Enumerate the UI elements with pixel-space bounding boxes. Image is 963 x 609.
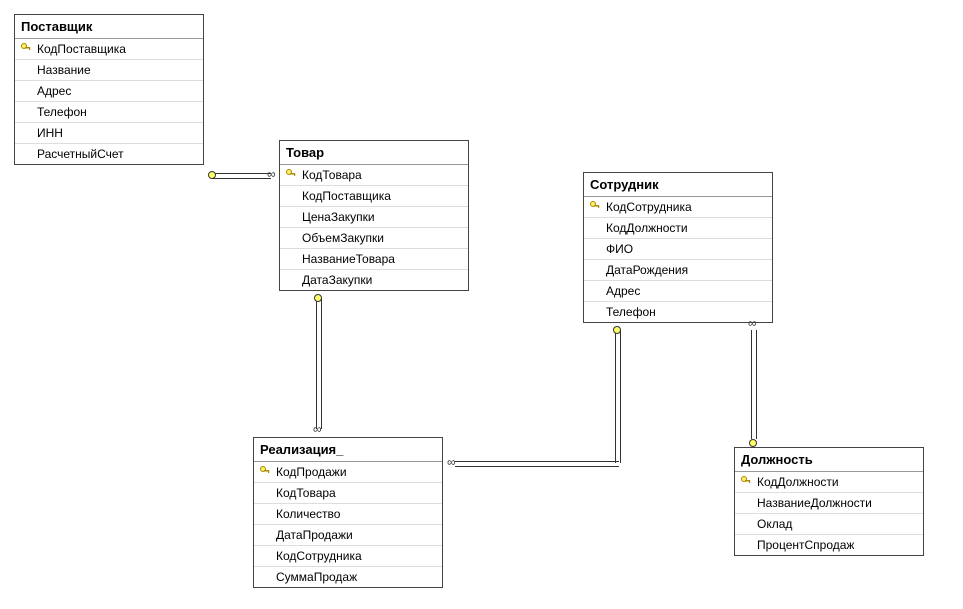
endpoint-many-icon: ∞ — [267, 170, 276, 178]
field-pk: КодТовара — [280, 165, 468, 186]
key-icon — [20, 42, 32, 54]
field: Количество — [254, 504, 442, 525]
field-name: КодТовара — [276, 486, 336, 500]
field-pk: КодДолжности — [735, 472, 923, 493]
field: Название — [15, 60, 203, 81]
entity-product[interactable]: Товар КодТовара КодПоставщика ЦенаЗакупк… — [279, 140, 469, 291]
endpoint-many-icon: ∞ — [447, 458, 456, 466]
field: ДатаПродажи — [254, 525, 442, 546]
field-name: ФИО — [606, 242, 633, 256]
field-name: ИНН — [37, 126, 63, 140]
field-name: РасчетныйСчет — [37, 147, 124, 161]
key-icon — [740, 475, 752, 487]
entity-sale[interactable]: Реализация_ КодПродажи КодТовара Количес… — [253, 437, 443, 588]
field: ОбъемЗакупки — [280, 228, 468, 249]
field-name: Адрес — [606, 284, 640, 298]
field-name: ДатаЗакупки — [302, 273, 372, 287]
endpoint-many-icon: ∞ — [313, 425, 322, 433]
field-name: КодПоставщика — [37, 42, 126, 56]
field-name: КодДолжности — [606, 221, 688, 235]
field-name: Адрес — [37, 84, 71, 98]
endpoint-many-icon: ∞ — [748, 319, 757, 327]
entity-supplier[interactable]: Поставщик КодПоставщика Название Адрес Т… — [14, 14, 204, 165]
field-name: Количество — [276, 507, 340, 521]
field: Адрес — [15, 81, 203, 102]
field-name: Оклад — [757, 517, 792, 531]
field-name: НазваниеТовара — [302, 252, 395, 266]
field: КодСотрудника — [254, 546, 442, 567]
field-name: ПроцентСпродаж — [757, 538, 854, 552]
field-pk: КодПоставщика — [15, 39, 203, 60]
entity-employee[interactable]: Сотрудник КодСотрудника КодДолжности ФИО… — [583, 172, 773, 323]
key-icon — [285, 168, 297, 180]
endpoint-one-icon — [613, 326, 621, 334]
entity-header: Товар — [280, 141, 468, 165]
field-name: КодСотрудника — [606, 200, 692, 214]
entity-header: Сотрудник — [584, 173, 772, 197]
entity-header: Поставщик — [15, 15, 203, 39]
field: Телефон — [584, 302, 772, 322]
field: РасчетныйСчет — [15, 144, 203, 164]
field: Телефон — [15, 102, 203, 123]
relation-line — [615, 330, 621, 463]
field-name: КодПоставщика — [302, 189, 391, 203]
field: ИНН — [15, 123, 203, 144]
field-name: КодПродажи — [276, 465, 347, 479]
field-name: ДатаРождения — [606, 263, 688, 277]
field-name: ОбъемЗакупки — [302, 231, 384, 245]
field: ДатаЗакупки — [280, 270, 468, 290]
field-name: Телефон — [37, 105, 87, 119]
field: КодПоставщика — [280, 186, 468, 207]
entity-position[interactable]: Должность КодДолжности НазваниеДолжности… — [734, 447, 924, 556]
field: НазваниеДолжности — [735, 493, 923, 514]
relation-line — [316, 298, 322, 429]
field: Адрес — [584, 281, 772, 302]
relation-line — [212, 173, 271, 179]
entity-header: Должность — [735, 448, 923, 472]
field-name: НазваниеДолжности — [757, 496, 872, 510]
field: ПроцентСпродаж — [735, 535, 923, 555]
field-name: СуммаПродаж — [276, 570, 357, 584]
field: КодДолжности — [584, 218, 772, 239]
field-name: КодТовара — [302, 168, 362, 182]
field-pk: КодСотрудника — [584, 197, 772, 218]
field: СуммаПродаж — [254, 567, 442, 587]
field: НазваниеТовара — [280, 249, 468, 270]
entity-header: Реализация_ — [254, 438, 442, 462]
field: ДатаРождения — [584, 260, 772, 281]
field: ФИО — [584, 239, 772, 260]
relation-line — [455, 461, 619, 467]
field-name: ЦенаЗакупки — [302, 210, 375, 224]
endpoint-one-icon — [749, 439, 757, 447]
endpoint-one-icon — [314, 294, 322, 302]
field-name: Название — [37, 63, 91, 77]
field-name: КодСотрудника — [276, 549, 362, 563]
field: Оклад — [735, 514, 923, 535]
field-name: КодДолжности — [757, 475, 839, 489]
key-icon — [259, 465, 271, 477]
field-pk: КодПродажи — [254, 462, 442, 483]
endpoint-one-icon — [208, 171, 216, 179]
relation-line — [751, 330, 757, 439]
field-name: ДатаПродажи — [276, 528, 353, 542]
key-icon — [589, 200, 601, 212]
field: КодТовара — [254, 483, 442, 504]
field: ЦенаЗакупки — [280, 207, 468, 228]
field-name: Телефон — [606, 305, 656, 319]
